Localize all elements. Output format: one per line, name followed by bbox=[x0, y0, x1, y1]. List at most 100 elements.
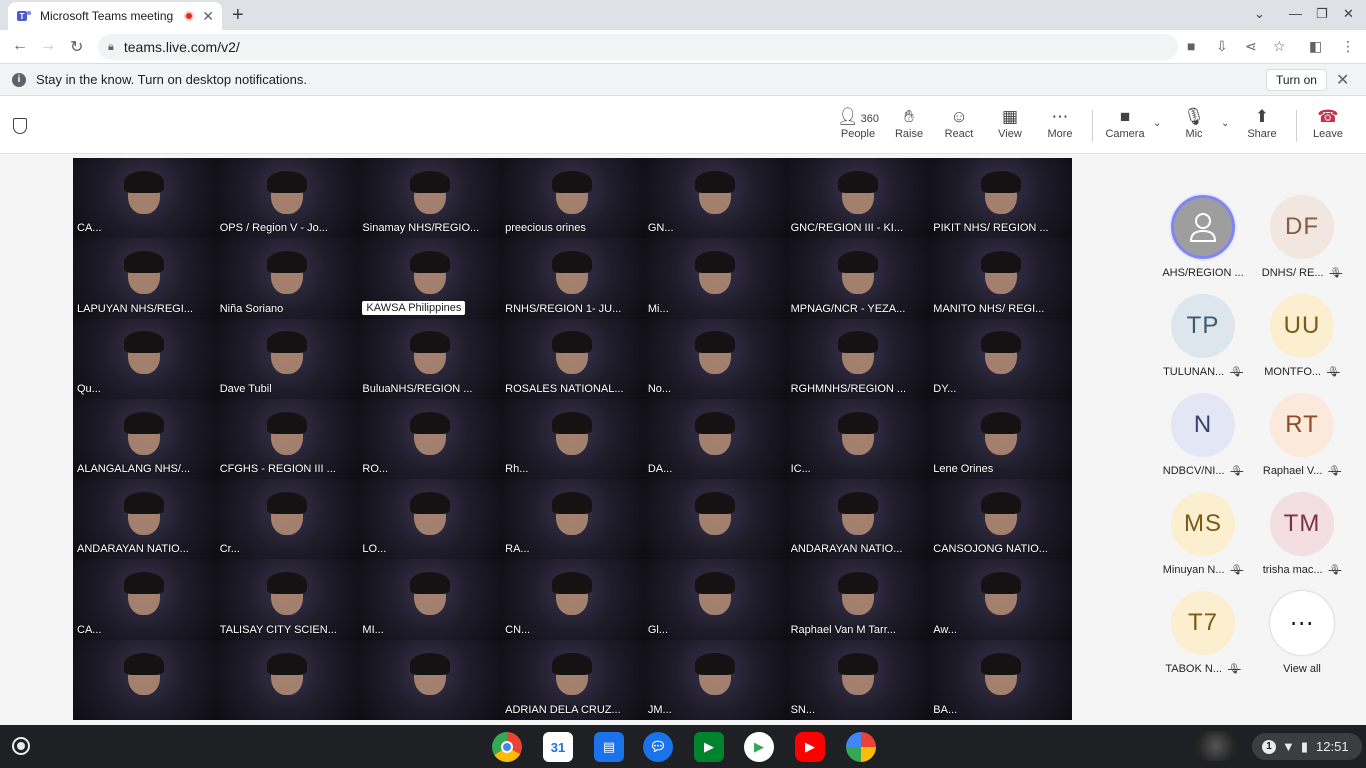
react-button[interactable]: ☺ React bbox=[934, 106, 984, 140]
video-tile[interactable] bbox=[73, 639, 216, 720]
calendar-app-icon[interactable]: 31 bbox=[543, 732, 573, 762]
participant-avatar-tile[interactable]: TP TULUNAN... 🎙︎ bbox=[1153, 294, 1253, 378]
tab-search-icon[interactable]: ⌄ bbox=[1254, 6, 1265, 22]
minimize-icon[interactable]: — bbox=[1289, 6, 1302, 21]
video-tile[interactable]: RA... bbox=[501, 479, 644, 560]
mic-button[interactable]: 🎙︎ Mic bbox=[1169, 106, 1219, 140]
participant-avatar-tile[interactable]: MS Minuyan N... 🎙︎ bbox=[1153, 492, 1253, 576]
video-tile[interactable] bbox=[643, 479, 787, 560]
participant-avatar-tile[interactable]: T7 TABOK N... 🎙︎ bbox=[1153, 591, 1253, 675]
video-tile[interactable]: GNC/REGION III - KI... bbox=[786, 158, 930, 239]
video-tile[interactable]: PIKIT NHS/ REGION ... bbox=[929, 158, 1072, 239]
video-tile[interactable]: CN... bbox=[501, 559, 644, 640]
share-button[interactable]: ⬆ Share bbox=[1237, 106, 1287, 140]
video-tile[interactable]: CANSOJONG NATIO... bbox=[929, 479, 1072, 560]
video-tile[interactable]: MI... bbox=[358, 559, 502, 640]
video-tile[interactable]: ANDARAYAN NATIO... bbox=[73, 479, 216, 560]
video-tile[interactable]: Rh... bbox=[501, 398, 644, 480]
video-tile[interactable]: preecious orines bbox=[501, 158, 644, 239]
video-tile[interactable]: Cr... bbox=[215, 479, 359, 560]
video-tile[interactable] bbox=[215, 639, 359, 720]
install-app-icon[interactable]: ⇩ bbox=[1216, 38, 1228, 55]
browser-tab-teams[interactable]: T Microsoft Teams meeting | M ✕ bbox=[8, 2, 222, 30]
view-all-button[interactable]: ⋯ View all bbox=[1252, 591, 1352, 675]
share-page-icon[interactable]: ⋖ bbox=[1245, 38, 1257, 55]
video-tile[interactable]: LO... bbox=[358, 479, 502, 560]
video-tile[interactable]: ANDARAYAN NATIO... bbox=[786, 479, 930, 560]
video-tile[interactable]: RNHS/REGION 1- JU... bbox=[501, 238, 644, 319]
turn-on-button[interactable]: Turn on bbox=[1266, 69, 1327, 91]
participant-avatar-tile[interactable]: TM trisha mac... 🎙︎ bbox=[1252, 492, 1352, 576]
video-tile[interactable]: JM... bbox=[643, 639, 787, 720]
holding-space-icon[interactable] bbox=[1194, 731, 1238, 761]
participant-avatar-tile[interactable]: DF DNHS/ RE... 🎙︎ bbox=[1252, 195, 1352, 279]
camera-options-chevron-icon[interactable]: ⌄ bbox=[1153, 118, 1161, 129]
close-window-icon[interactable]: ✕ bbox=[1343, 6, 1354, 22]
video-tile[interactable]: No... bbox=[643, 318, 787, 399]
bookmark-star-icon[interactable]: ☆ bbox=[1273, 38, 1286, 55]
video-tile[interactable]: LAPUYAN NHS/REGI... bbox=[73, 238, 216, 319]
participant-avatar-tile[interactable]: UU MONTFO... 🎙︎ bbox=[1252, 294, 1352, 378]
video-tile[interactable] bbox=[358, 639, 502, 720]
video-tile[interactable]: Dave Tubil bbox=[215, 318, 359, 399]
play-store-app-icon[interactable]: ▶ bbox=[744, 732, 774, 762]
camera-permission-icon[interactable]: ■ bbox=[1187, 38, 1195, 54]
video-tile[interactable]: ROSALES NATIONAL... bbox=[501, 318, 644, 399]
more-button[interactable]: ⋯ More bbox=[1035, 106, 1085, 140]
camera-button[interactable]: ■ Camera bbox=[1100, 106, 1150, 140]
video-tile[interactable]: CA... bbox=[73, 559, 216, 640]
video-tile[interactable]: Qu... bbox=[73, 318, 216, 399]
video-tile[interactable]: SN... bbox=[786, 639, 930, 720]
leave-button[interactable]: ☎︎ Leave bbox=[1303, 106, 1353, 140]
video-tile[interactable]: ALANGALANG NHS/... bbox=[73, 398, 216, 480]
back-icon[interactable]: ← bbox=[12, 37, 28, 55]
participant-avatar-tile[interactable]: N NDBCV/NI... 🎙︎ bbox=[1153, 393, 1253, 477]
video-tile[interactable]: Sinamay NHS/REGIO... bbox=[358, 158, 502, 239]
video-tile[interactable]: MANITO NHS/ REGI... bbox=[929, 238, 1072, 319]
participant-avatar-tile[interactable]: AHS/REGION ... bbox=[1153, 195, 1253, 279]
video-tile[interactable]: OPS / Region V - Jo... bbox=[215, 158, 359, 239]
close-tab-icon[interactable]: ✕ bbox=[202, 8, 214, 25]
new-tab-icon[interactable]: + bbox=[232, 4, 244, 27]
side-panel-icon[interactable]: ◧ bbox=[1309, 38, 1322, 55]
video-tile[interactable]: MPNAG/NCR - YEZA... bbox=[786, 238, 930, 319]
video-tile[interactable]: KAWSA Philippines bbox=[358, 238, 502, 319]
participant-avatar-tile[interactable]: RT Raphael V... 🎙︎ bbox=[1252, 393, 1352, 477]
people-button[interactable]: 👤︎ 360 People bbox=[832, 106, 884, 140]
chrome-app-icon[interactable] bbox=[492, 732, 522, 762]
video-tile[interactable]: Aw... bbox=[929, 559, 1072, 640]
reload-icon[interactable]: ↻ bbox=[70, 37, 83, 57]
video-tile[interactable]: BA... bbox=[929, 639, 1072, 720]
video-tile[interactable]: TALISAY CITY SCIEN... bbox=[215, 559, 359, 640]
meet-app-icon[interactable]: ▶ bbox=[694, 732, 724, 762]
forward-icon[interactable]: → bbox=[40, 37, 56, 55]
video-tile[interactable]: ADRIAN DELA CRUZ... bbox=[501, 639, 644, 720]
video-tile[interactable]: DY... bbox=[929, 318, 1072, 399]
browser-menu-icon[interactable]: ⋮ bbox=[1341, 38, 1355, 55]
video-tile[interactable]: DA... bbox=[643, 398, 787, 480]
video-tile[interactable]: Lene Orines bbox=[929, 398, 1072, 480]
files-app-icon[interactable]: ▤ bbox=[594, 732, 624, 762]
video-tile[interactable]: RO... bbox=[358, 398, 502, 480]
video-tile[interactable]: Mi... bbox=[643, 238, 787, 319]
photos-app-icon[interactable] bbox=[846, 732, 876, 762]
mic-options-chevron-icon[interactable]: ⌄ bbox=[1221, 118, 1229, 129]
video-tile[interactable]: CA... bbox=[73, 158, 216, 239]
address-bar[interactable]: 🔒︎ teams.live.com/v2/ bbox=[98, 34, 1178, 60]
video-tile[interactable]: IC... bbox=[786, 398, 930, 480]
shield-icon[interactable] bbox=[13, 118, 27, 134]
video-tile[interactable]: CFGHS - REGION III ... bbox=[215, 398, 359, 480]
video-tile[interactable]: Gl... bbox=[643, 559, 787, 640]
infobar-close-icon[interactable]: ✕ bbox=[1336, 70, 1349, 90]
messages-app-icon[interactable]: 💬︎ bbox=[643, 732, 673, 762]
youtube-app-icon[interactable]: ▶ bbox=[795, 732, 825, 762]
video-tile[interactable]: GN... bbox=[643, 158, 787, 239]
raise-hand-button[interactable]: ✋︎ Raise bbox=[884, 106, 934, 140]
video-tile[interactable]: Raphael Van M Tarr... bbox=[786, 559, 930, 640]
restore-icon[interactable]: ❐ bbox=[1316, 6, 1328, 22]
status-tray[interactable]: 1 ▼ ▮ 12:51 bbox=[1252, 733, 1362, 760]
video-tile[interactable]: Niña Soriano bbox=[215, 238, 359, 319]
video-tile[interactable]: BuluaNHS/REGION ... bbox=[358, 318, 502, 399]
video-tile[interactable]: RGHMNHS/REGION ... bbox=[786, 318, 930, 399]
launcher-icon[interactable] bbox=[12, 737, 30, 755]
